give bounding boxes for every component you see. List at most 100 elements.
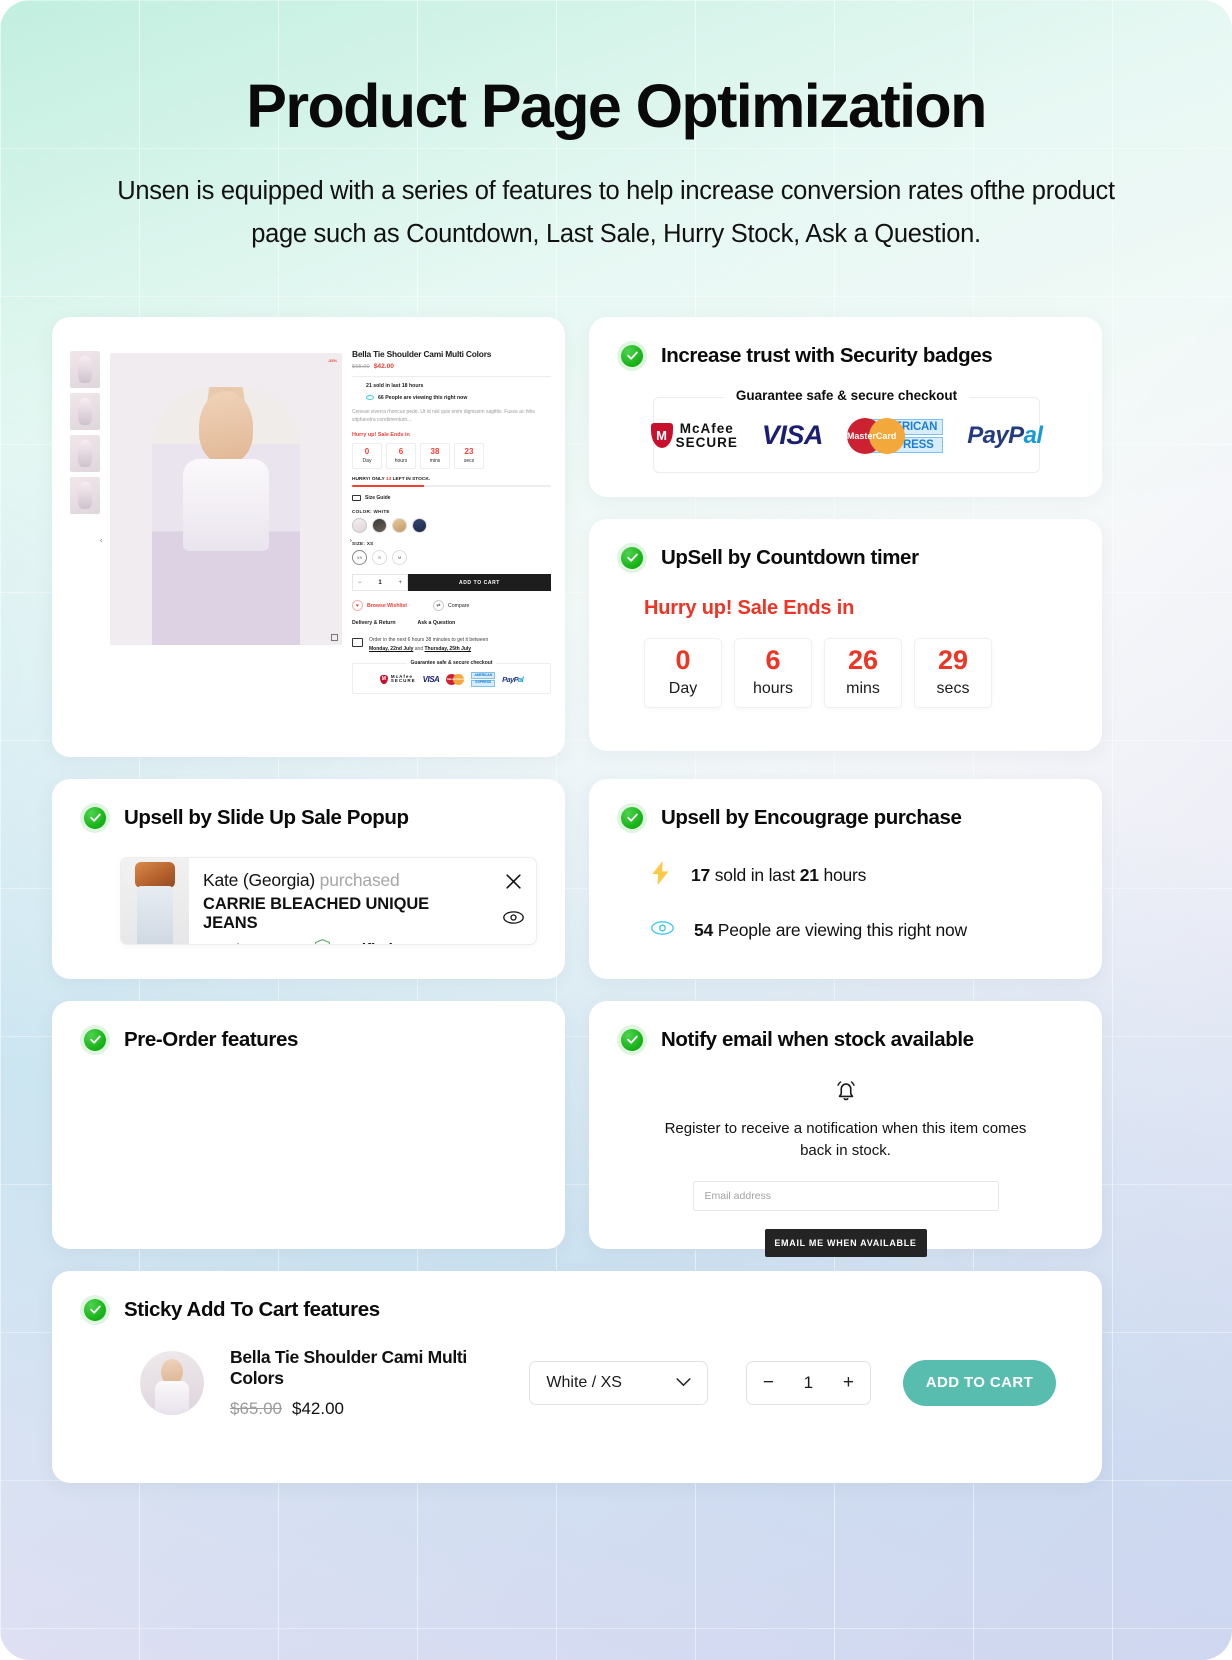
size-option-s[interactable]: S	[372, 550, 387, 566]
card-header: UpSell by Countdown timer	[589, 519, 1102, 573]
viewing-stat-row: 54 People are viewing this right now	[651, 920, 1102, 941]
check-circle-icon	[617, 340, 647, 371]
countdown-unit-mins: 26 mins	[824, 637, 902, 708]
mini-sold-suffix: hours	[407, 382, 424, 389]
color-swatch-tan[interactable]	[392, 518, 407, 534]
viewing-label: People are viewing this right now	[717, 919, 967, 940]
plus-icon[interactable]: +	[843, 1372, 854, 1394]
stock-progress-bar	[352, 485, 551, 488]
color-swatches[interactable]	[352, 518, 551, 534]
close-icon[interactable]	[504, 872, 523, 896]
heart-icon: ♥	[352, 600, 363, 612]
american-express-badge: AMERICAN EXPRESS	[471, 672, 496, 687]
variant-value: White / XS	[546, 1373, 622, 1391]
color-swatch-navy[interactable]	[412, 518, 427, 534]
popup-verified-label: Verified	[339, 941, 393, 944]
mini-product-title: Bella Tie Shoulder Cami Multi Colors	[352, 348, 492, 359]
mini-cart-row: − 1 + ADD TO CART	[352, 574, 551, 592]
minus-icon[interactable]: −	[358, 580, 362, 586]
sold-hours: 21	[799, 864, 819, 885]
lightning-bolt-icon	[651, 860, 671, 890]
viewing-count: 54	[694, 919, 714, 940]
check-circle-icon	[80, 1024, 110, 1055]
variant-select[interactable]: White / XS	[529, 1360, 708, 1405]
size-guide-link[interactable]: Size Guide	[352, 495, 551, 502]
security-badges-card: Increase trust with Security badges Guar…	[589, 316, 1102, 497]
next-arrow-icon[interactable]: ›	[350, 537, 352, 544]
card-title: UpSell by Countdown timer	[661, 545, 919, 569]
timer-unit-hours: 6 hours	[386, 443, 416, 470]
product-page-preview-card: -35% ‹ › Bella Tie Shoulder Cami Multi C…	[52, 316, 565, 757]
mini-delivery-estimate: Order in the next 6 hours 38 minutes to …	[352, 636, 551, 653]
notify-description: Register to receive a notification when …	[664, 1119, 1027, 1160]
card-header: Upsell by Slide Up Sale Popup	[52, 779, 565, 833]
mini-stock-warning: HURRY! ONLY 13 LEFT IN STOCK.	[352, 477, 431, 483]
sticky-product-info: Bella Tie Shoulder Cami Multi Colors $65…	[230, 1347, 503, 1419]
timer-unit-mins: 38 mins	[420, 443, 450, 470]
add-to-cart-button[interactable]: ADD TO CART	[902, 1359, 1056, 1406]
product-thumbnail[interactable]	[70, 434, 100, 472]
countdown-day-label: Day	[668, 680, 698, 698]
product-thumbnail-list[interactable]	[70, 343, 100, 739]
color-swatch-black[interactable]	[372, 518, 387, 534]
size-option-xs[interactable]: XS	[352, 550, 367, 566]
mini-add-to-cart-button[interactable]: ADD TO CART	[408, 574, 551, 592]
sale-popup: Kate (Georgia) purchased CARRIE BLEACHED…	[120, 856, 537, 945]
mini-price-old: $65.00	[352, 363, 370, 370]
eye-icon[interactable]	[502, 910, 524, 930]
slide-up-popup-card: Upsell by Slide Up Sale Popup Kate (Geor…	[52, 778, 565, 979]
check-circle-icon	[617, 802, 647, 833]
ask-question-link[interactable]: Ask a Question	[418, 620, 456, 626]
guarantee-caption: Guarantee safe & secure checkout	[723, 387, 970, 403]
email-field[interactable]: Email address	[692, 1180, 999, 1211]
sticky-add-to-cart-card: Sticky Add To Cart features Bella Tie Sh…	[52, 1270, 1102, 1483]
popup-product-image[interactable]	[121, 857, 189, 944]
card-header: Sticky Add To Cart features	[52, 1271, 1102, 1325]
compare-icon: ⇄	[433, 600, 445, 612]
zoom-icon[interactable]	[331, 633, 338, 641]
bell-icon	[832, 1081, 860, 1109]
popup-product-name[interactable]: CARRIE BLEACHED UNIQUE JEANS	[203, 895, 484, 933]
page-title: Product Page Optimization	[246, 72, 987, 140]
card-header: Notify email when stock available	[589, 1001, 1102, 1055]
quantity-stepper[interactable]: − 1 +	[745, 1360, 871, 1405]
encourage-body: 17 sold in last 21 hours 54 People are v…	[651, 860, 1102, 941]
truck-icon	[352, 638, 363, 648]
product-thumbnail[interactable]	[70, 392, 100, 430]
email-me-button[interactable]: EMAIL ME WHEN AVAILABLE	[764, 1228, 927, 1257]
product-page-mock: -35% ‹ › Bella Tie Shoulder Cami Multi C…	[70, 343, 551, 739]
mini-sold-label: sold in last	[371, 382, 402, 389]
product-main-image[interactable]: -35%	[110, 352, 342, 645]
check-circle-icon	[617, 1024, 647, 1055]
mini-hurry-label: Hurry up! Sale Ends in	[352, 432, 410, 439]
color-swatch-white[interactable]	[352, 518, 367, 534]
delivery-return-link[interactable]: Delivery & Return	[352, 620, 396, 626]
plus-icon[interactable]: +	[398, 580, 402, 586]
mini-quantity-stepper[interactable]: − 1 +	[352, 574, 408, 592]
preorder-features-card: Pre-Order features	[52, 1000, 565, 1249]
page-subtitle: Unsen is equipped with a series of featu…	[117, 177, 1115, 248]
wishlist-button[interactable]: ♥ Browse Wishlist	[352, 600, 407, 612]
product-info-column: Bella Tie Shoulder Cami Multi Colors $65…	[352, 343, 551, 739]
page-root: Product Page Optimization Unsen is equip…	[0, 0, 1232, 1660]
chevron-down-icon	[676, 1374, 691, 1392]
sold-label: sold in last	[714, 864, 796, 885]
sticky-product-name: Bella Tie Shoulder Cami Multi Colors	[230, 1346, 467, 1388]
ruler-icon	[352, 495, 361, 502]
mini-viewing-label: People are viewing this right now	[383, 394, 468, 401]
card-header: Pre-Order features	[52, 1001, 565, 1055]
countdown-timer-card: UpSell by Countdown timer Hurry up! Sale…	[589, 518, 1102, 751]
encourage-purchase-card: Upsell by Encougrage purchase 17 sold in…	[589, 778, 1102, 979]
product-thumbnail[interactable]	[70, 476, 100, 514]
compare-button[interactable]: ⇄ Compare	[433, 600, 469, 612]
countdown-day-value: 0	[675, 645, 691, 676]
prev-arrow-icon[interactable]: ‹	[100, 537, 102, 544]
size-option-m[interactable]: M	[392, 550, 407, 566]
countdown-unit-day: 0 Day	[644, 637, 722, 708]
product-thumbnail[interactable]	[70, 350, 100, 388]
popup-time-ago: 40 minutes ago	[203, 941, 306, 944]
mini-guarantee-caption: Guarantee safe & secure checkout	[406, 660, 497, 667]
size-options[interactable]: XS S M	[352, 550, 551, 566]
minus-icon[interactable]: −	[763, 1372, 774, 1394]
mastercard-badge: MasterCard	[446, 673, 465, 685]
